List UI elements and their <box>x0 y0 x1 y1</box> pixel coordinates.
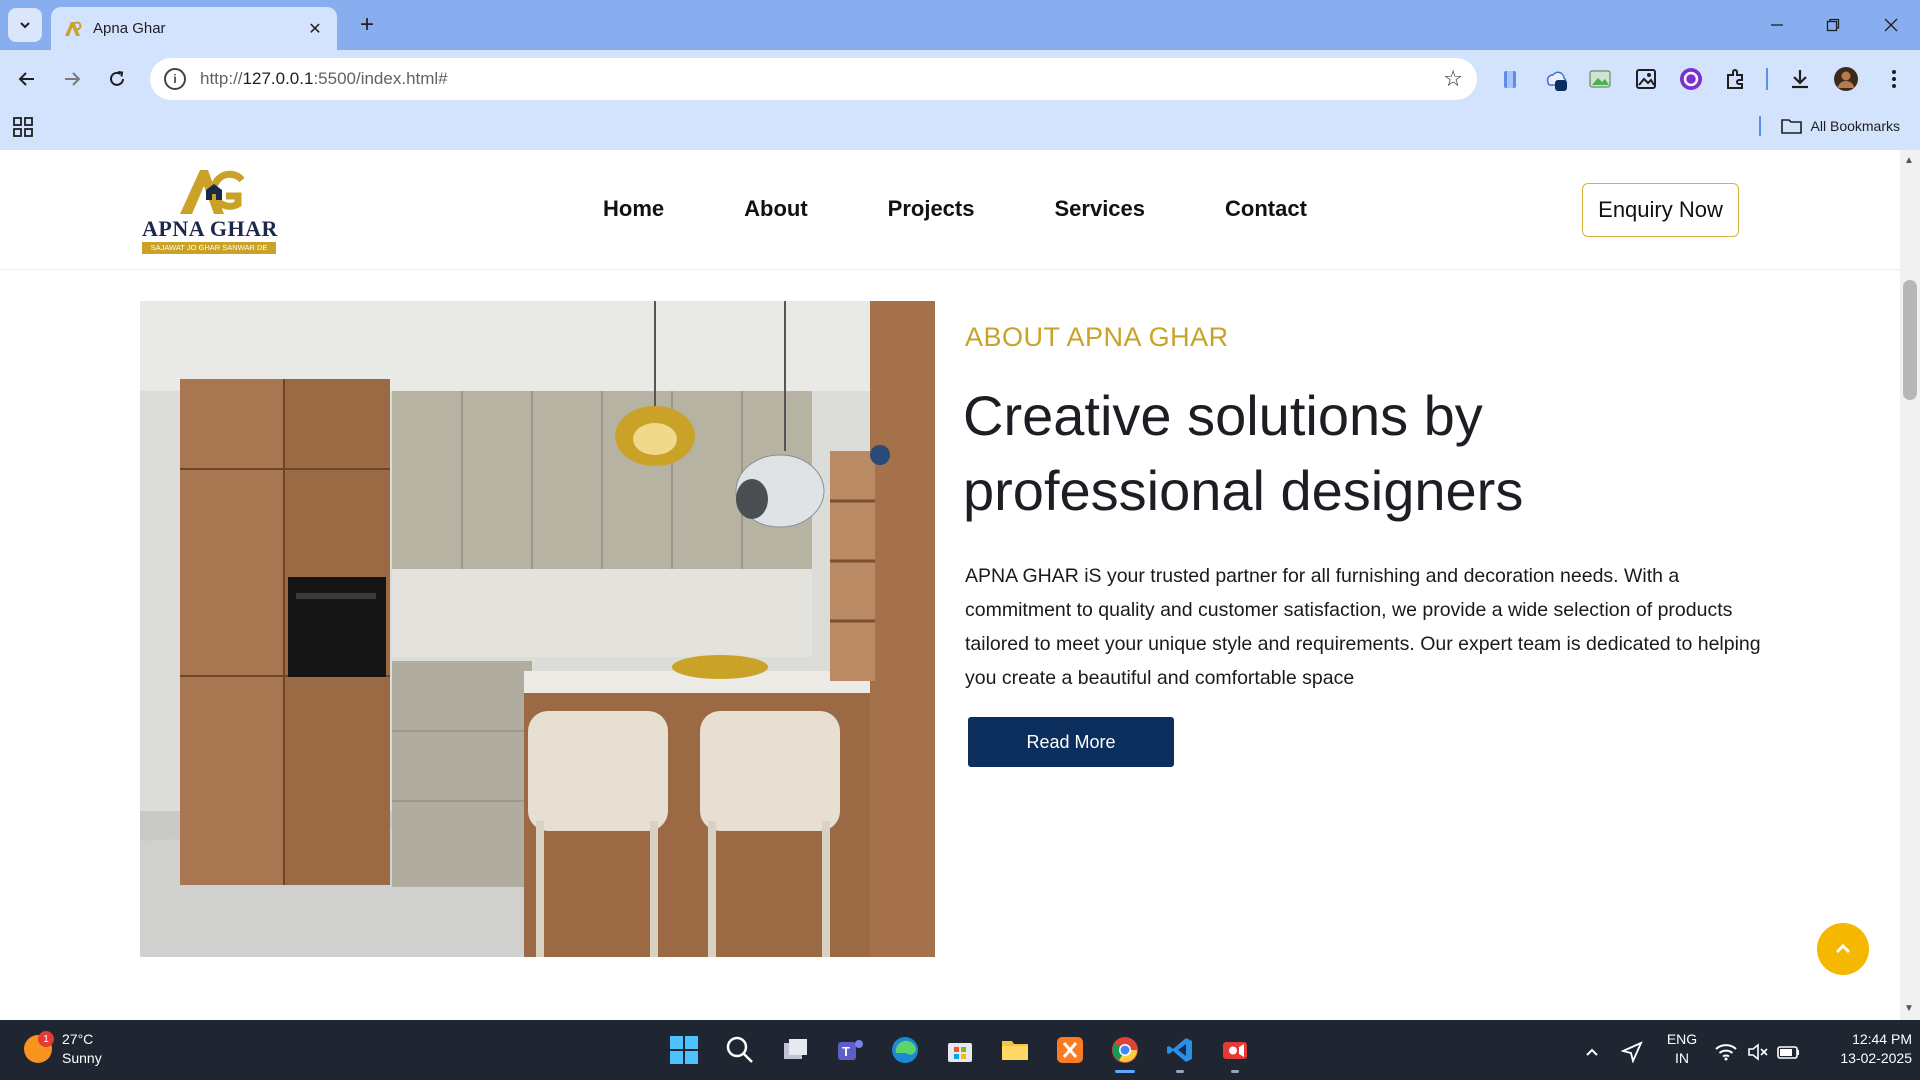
apna-ghar-logo[interactable]: APNA GHAR SAJAWAT JO GHAR SANWAR DE <box>140 166 280 254</box>
apna-ghar-favicon-icon <box>63 19 83 39</box>
close-icon <box>1884 18 1898 32</box>
minimize-window-button[interactable] <box>1753 0 1801 50</box>
chevron-up-icon <box>1835 943 1851 954</box>
apps-grid-icon[interactable] <box>12 116 36 140</box>
weather-temperature: 27°C <box>62 1031 94 1047</box>
nav-about[interactable]: About <box>744 196 808 222</box>
downloads-icon[interactable] <box>1786 65 1814 93</box>
url-prefix: http:// <box>200 69 243 88</box>
language-indicator[interactable]: ENG IN <box>1660 1030 1704 1068</box>
about-kitchen-image <box>140 301 935 957</box>
vscode-open-indicator <box>1176 1070 1184 1073</box>
cloud-extension-icon[interactable] <box>1542 65 1570 93</box>
vscode-icon[interactable] <box>1162 1032 1198 1068</box>
taskbar-search-icon[interactable] <box>722 1032 758 1068</box>
location-arrow-icon[interactable] <box>1614 1034 1650 1070</box>
site-header: APNA GHAR SAJAWAT JO GHAR SANWAR DE Home… <box>0 150 1900 270</box>
image-extension-icon[interactable] <box>1586 65 1614 93</box>
purple-extension-icon[interactable] <box>1677 65 1705 93</box>
teams-icon[interactable]: T <box>832 1032 868 1068</box>
nav-home[interactable]: Home <box>603 196 664 222</box>
nav-services[interactable]: Services <box>1054 196 1145 222</box>
battery-icon[interactable] <box>1772 1034 1806 1070</box>
about-title-line-2: professional designers <box>963 459 1524 522</box>
all-bookmarks-button[interactable]: All Bookmarks <box>1758 114 1900 138</box>
wifi-icon[interactable] <box>1710 1034 1742 1070</box>
about-kicker: ABOUT APNA GHAR <box>965 322 1229 352</box>
back-to-top-button[interactable] <box>1817 923 1869 975</box>
nav-projects[interactable]: Projects <box>888 196 975 222</box>
tab-title: Apna Ghar <box>93 20 166 37</box>
task-view-icon[interactable] <box>778 1032 814 1068</box>
tab-search-button[interactable] <box>8 8 42 42</box>
address-bar[interactable]: i http://127.0.0.1:5500/index.html# ☆ <box>150 58 1477 100</box>
start-windows-icon[interactable] <box>666 1032 702 1068</box>
chrome-menu-icon[interactable] <box>1880 65 1908 93</box>
reading-list-icon[interactable] <box>1496 65 1524 93</box>
about-title: Creative solutions by professional desig… <box>963 378 1863 528</box>
url-path: :5500/index.html# <box>313 69 448 88</box>
scroll-up-arrow-icon[interactable]: ▲ <box>1904 155 1914 166</box>
screen-recorder-icon[interactable] <box>1217 1032 1253 1068</box>
weather-widget[interactable]: 1 27°C Sunny <box>24 1030 102 1068</box>
close-window-button[interactable] <box>1867 0 1915 50</box>
about-title-line-1: Creative solutions by <box>963 384 1483 447</box>
microsoft-store-icon[interactable] <box>942 1032 978 1068</box>
restore-window-button[interactable] <box>1809 0 1857 50</box>
restore-icon <box>1826 18 1840 32</box>
read-more-button[interactable]: Read More <box>968 717 1174 767</box>
sun-icon: 1 <box>24 1031 54 1063</box>
forward-button[interactable] <box>54 61 90 97</box>
url-host: 127.0.0.1 <box>242 69 314 88</box>
region-code: IN <box>1675 1050 1689 1066</box>
enquiry-now-button[interactable]: Enquiry Now <box>1582 183 1739 237</box>
all-bookmarks-label: All Bookmarks <box>1810 118 1900 134</box>
clock-date: 13-02-2025 <box>1840 1050 1912 1066</box>
scroll-down-arrow-icon[interactable]: ▼ <box>1904 1003 1914 1014</box>
back-button[interactable] <box>9 61 45 97</box>
scrollbar-thumb[interactable] <box>1903 280 1917 400</box>
weather-description: Sunny <box>62 1050 102 1066</box>
logo-mark-icon <box>180 170 244 214</box>
forward-arrow-icon <box>65 72 81 86</box>
show-hidden-icons-chevron-icon[interactable] <box>1574 1034 1610 1070</box>
folder-icon <box>1780 119 1802 134</box>
minimize-icon <box>1771 24 1783 26</box>
chrome-icon[interactable] <box>1107 1032 1143 1068</box>
close-tab-icon[interactable]: ✕ <box>305 19 325 39</box>
new-tab-button[interactable]: + <box>352 10 382 40</box>
photo-icon[interactable] <box>1632 65 1660 93</box>
file-explorer-icon[interactable] <box>997 1032 1033 1068</box>
logo-text: APNA GHAR <box>142 216 278 241</box>
active-tab[interactable]: Apna Ghar ✕ <box>51 7 337 50</box>
url-text[interactable]: http://127.0.0.1:5500/index.html# <box>200 69 1443 89</box>
clock-time: 12:44 PM <box>1852 1031 1912 1047</box>
language-code: ENG <box>1666 1031 1698 1047</box>
about-description: APNA GHAR iS your trusted partner for al… <box>965 565 1761 689</box>
extensions-puzzle-icon[interactable] <box>1722 65 1750 93</box>
page-viewport: APNA GHAR SAJAWAT JO GHAR SANWAR DE Home… <box>0 150 1900 1020</box>
bookmark-star-icon[interactable]: ☆ <box>1443 66 1463 92</box>
recorder-open-indicator <box>1231 1070 1239 1073</box>
back-arrow-icon <box>18 72 34 86</box>
site-info-icon[interactable]: i <box>164 68 186 90</box>
toolbar-separator <box>1766 68 1768 90</box>
speaker-muted-icon[interactable] <box>1742 1034 1774 1070</box>
main-nav: Home About Projects Services Contact <box>603 196 1307 222</box>
bookmarks-bar <box>0 108 1920 150</box>
svg-text:T: T <box>842 1044 850 1059</box>
chrome-active-indicator <box>1115 1070 1135 1073</box>
clock[interactable]: 12:44 PM 13-02-2025 <box>1812 1030 1912 1068</box>
edge-browser-icon[interactable] <box>887 1032 923 1068</box>
logo-tagline: SAJAWAT JO GHAR SANWAR DE <box>142 242 276 254</box>
reload-icon <box>110 71 124 86</box>
profile-avatar[interactable] <box>1832 65 1860 93</box>
weather-notification-badge: 1 <box>38 1031 54 1047</box>
reload-button[interactable] <box>99 61 135 97</box>
nav-contact[interactable]: Contact <box>1225 196 1307 222</box>
chevron-down-icon <box>20 22 30 29</box>
xampp-icon[interactable] <box>1052 1032 1088 1068</box>
bookmarks-separator <box>1758 116 1761 136</box>
